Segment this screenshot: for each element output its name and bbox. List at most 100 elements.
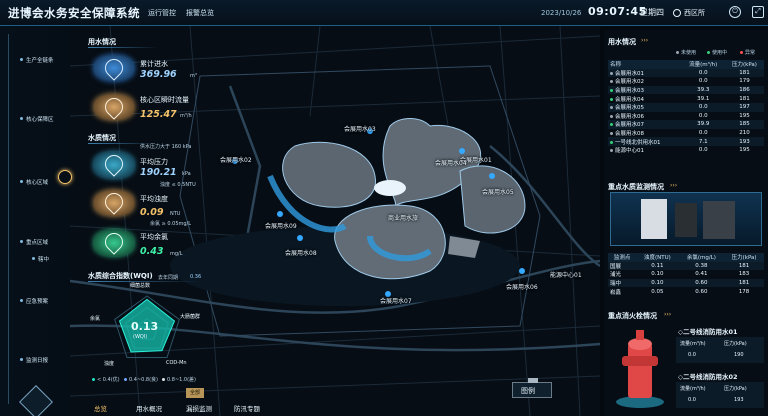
pressure-label: 平均压力 [140, 158, 168, 166]
col-point: 监测点 [608, 253, 637, 262]
legend-text: 异常 [745, 50, 756, 56]
status-dot [610, 114, 613, 118]
all-button[interactable]: 全部 [186, 388, 204, 398]
table-row[interactable]: 会展用水02 0.0 179 [608, 77, 764, 86]
cell-value: 179 [739, 78, 750, 85]
map-label[interactable]: 会展用水06 [506, 282, 538, 291]
legend-dot [162, 378, 165, 381]
cell-name: 会展用水06 [608, 112, 682, 121]
nav-item-production[interactable]: 生产全链条 [20, 56, 54, 64]
table-row[interactable]: 会展用水01 0.0 181 [608, 68, 764, 78]
pressure-unit: kPa [182, 171, 191, 177]
map-label[interactable]: 商业用水旅 [388, 213, 418, 222]
cell-name: 会展用水03 [608, 85, 682, 95]
flow-col-label: 流量(m³/h) [680, 386, 706, 392]
radar-axis-label: 大肠菌群 [180, 314, 201, 320]
cell-name: 会展用水02 [608, 77, 682, 86]
map-label[interactable]: 会展用水05 [482, 187, 514, 196]
wqi-compare-label: 去年同期 [158, 275, 179, 281]
map-label[interactable]: 会展用水02 [220, 155, 252, 164]
map-label[interactable]: 会展用水07 [380, 296, 412, 305]
map-label[interactable]: 会展用水09 [265, 221, 297, 230]
hydrant-stats: 流量(m³/h) 压力(kPa) 0.0 190 [676, 337, 764, 363]
cumulative-label: 累计进水 [140, 60, 168, 68]
legend-dot [124, 378, 127, 381]
cell-value: 181 [739, 95, 750, 102]
tab-operations[interactable]: 运行管控 [148, 8, 176, 18]
cell-value: 210 [739, 130, 750, 137]
right-water-title: 用水情况 [608, 38, 636, 46]
cell-value: 181 [724, 261, 764, 271]
table-row[interactable]: 国展 0.11 0.38 181 [608, 261, 764, 271]
table-row[interactable]: 会展用水05 0.0 197 [608, 102, 764, 112]
flow-value: 125.47 [140, 109, 177, 120]
power-icon[interactable]: ⏻ [729, 6, 741, 18]
nav-active-icon[interactable] [58, 170, 72, 184]
cell-value: 195 [739, 112, 750, 119]
table-row[interactable]: 崧鑫 0.05 0.60 178 [608, 287, 764, 296]
title-chevrons: ››› [641, 37, 649, 44]
cell-point: 崧鑫 [610, 289, 622, 296]
nav-item-emergency[interactable]: 应急预案 [19, 297, 48, 305]
cell-value: 0.0 [698, 78, 708, 85]
nav-sub-item[interactable]: 辖中 [31, 255, 49, 263]
tab-overview[interactable]: 总览 [94, 403, 107, 413]
table-row[interactable]: 一号线北供用水01 7.1 193 [608, 137, 764, 146]
cell-value: 39.9 [681, 120, 725, 129]
cumulative-value: 369.96 [140, 69, 177, 80]
map-label[interactable]: 会展用水03 [344, 124, 376, 133]
legend-label: 图例 [521, 387, 535, 395]
nav-item-key-area[interactable]: 重点区域 [19, 238, 48, 246]
cell-value: 0.10 [651, 271, 664, 278]
status-dot [610, 97, 613, 101]
chlorine-unit: mg/L [170, 251, 183, 257]
monitor-device-image [610, 192, 762, 246]
table-row[interactable]: 会展用水07 39.9 185 [608, 120, 764, 129]
table-row[interactable]: 会展用水03 39.3 186 [608, 85, 764, 95]
cell-value: 0.10 [636, 278, 679, 288]
cell-value: 39.1 [697, 95, 710, 102]
cell-point: 瑞中 [608, 278, 637, 288]
col-pressure: 压力(kPa) [724, 253, 764, 262]
table-row[interactable]: 会展用水04 39.1 181 [608, 94, 764, 103]
cell-name: 会展用水07 [608, 120, 682, 129]
header-date: 2023/10/26 [541, 9, 582, 17]
map-label[interactable]: 会展用水08 [285, 248, 317, 257]
chlorine-note: 余氯 ≥ 0.05mg/L [150, 221, 192, 227]
nav-item-core-protect[interactable]: 核心保障区 [20, 115, 54, 123]
hydrant-stats: 流量(m³/h) 压力(kPa) 0.0 193 [676, 382, 764, 408]
legend-text: 0.8~1.0(差) [167, 377, 196, 383]
turbidity-note: 浊度 ≤ 0.5NTU [160, 182, 196, 188]
hydrant-name: ◇二号线消防用水02 [678, 373, 738, 381]
divider [88, 47, 158, 48]
legend-text: 使用中 [712, 50, 728, 56]
cell-value: 0.41 [695, 271, 708, 278]
table-row[interactable]: 瑞中 0.10 0.60 181 [608, 278, 764, 288]
tab-alarms[interactable]: 报警总览 [186, 8, 214, 18]
col-chlorine: 余氯(mg/L) [678, 253, 725, 262]
table-row[interactable]: 浦光 0.10 0.41 183 [608, 270, 764, 279]
wqi-legend-poor: 0.8~1.0(差) [162, 376, 196, 383]
tab-flood[interactable]: 防汛专题 [234, 403, 260, 413]
quality-monitor-title: 重点水质监测情况 [608, 183, 664, 191]
title-chevrons: ››› [670, 182, 678, 189]
cell-name: 会展用水08 [608, 129, 682, 138]
map-label[interactable]: 会展用水04 [435, 158, 467, 167]
header-weekday: 星期四 [640, 8, 664, 17]
tab-leak-monitor[interactable]: 漏损监测 [186, 403, 212, 413]
wqi-value: 0.13 [131, 320, 159, 333]
table-row[interactable]: 会展用水08 0.0 210 [608, 129, 764, 138]
legend-in-use: 使用中 [707, 49, 727, 56]
map-label[interactable]: 能源中心01 [550, 270, 582, 279]
table-row[interactable]: 会展用水06 0.0 195 [608, 112, 764, 121]
cell-name: 会展用水01 [608, 68, 682, 78]
fullscreen-icon[interactable]: ⤢ [752, 6, 764, 18]
wqi-legend-good: < 0.4(优) [92, 376, 120, 383]
legend-button[interactable]: 图例 [512, 378, 552, 398]
table-row[interactable]: 能源中心01 0.0 195 [608, 146, 764, 155]
cell-value: 39.3 [681, 85, 725, 95]
header-location[interactable]: 西区所 [684, 8, 705, 18]
nav-item-core-area[interactable]: 核心区域 [19, 178, 48, 186]
tab-water-usage[interactable]: 用水概况 [136, 403, 162, 413]
nav-item-daily-report[interactable]: 监测日报 [19, 356, 48, 364]
